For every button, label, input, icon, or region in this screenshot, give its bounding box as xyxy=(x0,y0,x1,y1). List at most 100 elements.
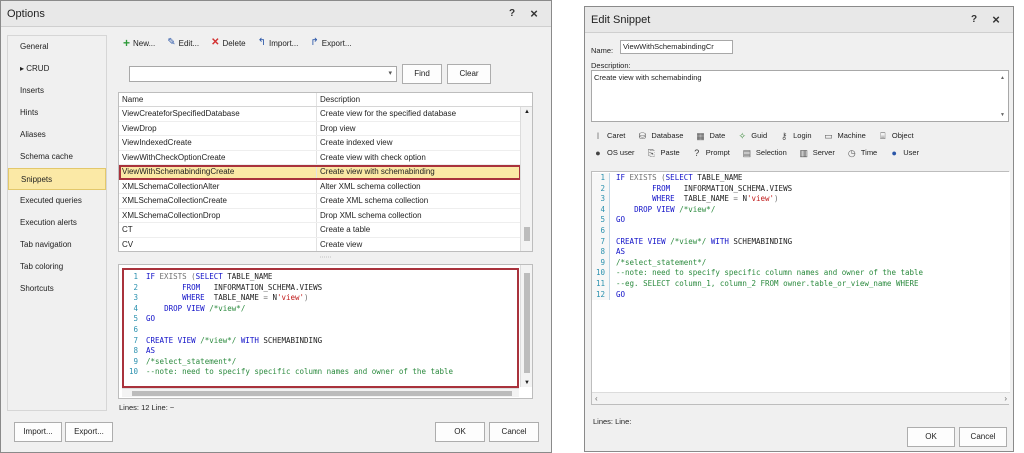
variable-label: Server xyxy=(812,148,835,157)
preview-hscrollbar[interactable] xyxy=(122,388,519,397)
variable-user-button[interactable]: ● User xyxy=(889,144,920,161)
preview-scroll-thumb[interactable] xyxy=(524,273,530,373)
edit-help-button[interactable]: ? xyxy=(963,14,985,25)
edit-cancel-button[interactable]: Cancel xyxy=(959,427,1007,447)
line-number: 11 xyxy=(592,278,610,290)
variable-machine-button[interactable]: ▭ Machine xyxy=(824,127,866,144)
scroll-right-icon[interactable]: › xyxy=(1004,394,1007,403)
variable-database-button[interactable]: ⛁ Database xyxy=(637,127,684,144)
scroll-up-icon[interactable]: ▲ xyxy=(1000,75,1005,81)
splitter[interactable]: ⋯⋯ xyxy=(118,254,533,262)
delete-button[interactable]: ✕ Delete xyxy=(211,38,246,48)
search-combo[interactable]: ▾ xyxy=(129,66,397,82)
variable-selection-button[interactable]: ▤ Selection xyxy=(742,144,787,161)
variable-login-button[interactable]: ⚷ Login xyxy=(779,127,812,144)
code-line: 2 FROM INFORMATION_SCHEMA.VIEWS xyxy=(124,283,517,294)
code-token: AS xyxy=(146,346,156,356)
table-row[interactable]: ViewWithCheckOptionCreate Create view wit… xyxy=(119,150,521,165)
help-button[interactable]: ? xyxy=(501,8,523,19)
code-token: /*view*/ xyxy=(209,303,246,313)
variable-label: Date xyxy=(709,131,726,140)
code-line: 1 IF EXISTS (SELECT TABLE_NAME xyxy=(592,173,1010,184)
footer-export-button[interactable]: Export... xyxy=(65,422,113,442)
table-row[interactable]: ViewIndexedCreate Create indexed view xyxy=(119,136,521,151)
edit-hscrollbar[interactable]: ‹ › xyxy=(592,392,1010,404)
variable-date-button[interactable]: ▦ Date xyxy=(695,127,725,144)
variable-paste-button[interactable]: ⎘ Paste xyxy=(647,144,680,161)
find-button[interactable]: Find xyxy=(402,64,442,84)
clear-button[interactable]: Clear xyxy=(447,64,491,84)
sidebar-item-shortcuts[interactable]: Shortcuts xyxy=(8,278,106,300)
code-token: WHERE xyxy=(652,194,684,204)
table-row[interactable]: XMLSchemaCollectionAlter Alter XML schema… xyxy=(119,179,521,194)
sidebar-item-schema-cache[interactable]: Schema cache xyxy=(8,146,106,168)
line-number: 9 xyxy=(592,257,610,269)
code-token: /*view*/ xyxy=(670,236,711,246)
column-header-description[interactable]: Description xyxy=(317,93,532,106)
sidebar-item-general[interactable]: General xyxy=(8,36,106,58)
variable-object-button[interactable]: ⌸ Object xyxy=(878,127,913,144)
snippets-toolbar: + New... ✎ Edit... ✕ Delete ↰ Import... ↱ Exp… xyxy=(123,37,352,49)
selection-icon: ▤ xyxy=(742,147,752,158)
variable-prompt-button[interactable]: ? Prompt xyxy=(692,144,730,161)
sidebar-item-tab-navigation[interactable]: Tab navigation xyxy=(8,234,106,256)
footer-import-button[interactable]: Import... xyxy=(14,422,62,442)
edit-ok-button[interactable]: OK xyxy=(907,427,955,447)
sidebar-item-aliases[interactable]: Aliases xyxy=(8,124,106,146)
edit-code[interactable]: 1 IF EXISTS (SELECT TABLE_NAME 2 FROM INFO… xyxy=(592,172,1010,392)
code-token: EXISTS xyxy=(159,272,192,281)
variable-server-button[interactable]: ▥ Server xyxy=(799,144,835,161)
sidebar-item-snippets[interactable]: Snippets xyxy=(8,168,106,190)
sidebar-item-inserts[interactable]: Inserts xyxy=(8,80,106,102)
chevron-down-icon[interactable]: ▾ xyxy=(388,69,392,77)
table-row[interactable]: CV Create view xyxy=(119,237,521,251)
code-token: IF xyxy=(146,272,160,281)
new-button[interactable]: + New... xyxy=(123,37,155,49)
scroll-down-icon[interactable]: ▼ xyxy=(1000,112,1005,118)
grid-scroll-thumb[interactable] xyxy=(524,227,530,241)
prompt-icon: ? xyxy=(694,147,700,158)
table-row[interactable]: ViewDrop Drop view xyxy=(119,121,521,136)
import-button[interactable]: ↰ Import... xyxy=(258,38,299,48)
sidebar-item-crud[interactable]: ▸ CRUD xyxy=(8,58,106,80)
table-row[interactable]: CT Create a table xyxy=(119,223,521,238)
ok-button[interactable]: OK xyxy=(435,422,485,442)
variable-time-button[interactable]: ◷ Time xyxy=(847,144,877,161)
sidebar-item-label: Shortcuts xyxy=(20,284,54,293)
name-field[interactable]: ViewWithSchemabindingCr xyxy=(620,40,733,54)
variable-caret-button[interactable]: I Caret xyxy=(593,127,626,144)
cancel-button[interactable]: Cancel xyxy=(489,422,539,442)
grid-scrollbar[interactable]: ▲ xyxy=(520,107,532,251)
sidebar-item-execution-alerts[interactable]: Execution alerts xyxy=(8,212,106,234)
scroll-up-icon[interactable]: ▲ xyxy=(524,109,530,115)
code-token: ) xyxy=(304,293,309,303)
sidebar-item-executed-queries[interactable]: Executed queries xyxy=(8,190,106,212)
code-token: CREATE VIEW xyxy=(616,236,671,246)
preview-scrollbar[interactable]: ▼ xyxy=(520,265,532,387)
variable-label: Database xyxy=(651,131,684,140)
table-row[interactable]: XMLSchemaCollectionCreate Create XML sche… xyxy=(119,194,521,209)
edit-close-button[interactable]: × xyxy=(985,12,1007,27)
table-row[interactable]: ViewWithSchemabindingCreate Create view w… xyxy=(119,165,521,180)
cell-name: CV xyxy=(119,237,317,251)
export-button[interactable]: ↱ Export... xyxy=(310,38,351,48)
sidebar-item-tab-coloring[interactable]: Tab coloring xyxy=(8,256,106,278)
sidebar-item-label: Execution alerts xyxy=(20,218,77,227)
column-header-name[interactable]: Name xyxy=(119,93,317,106)
sidebar-item-label: Schema cache xyxy=(20,152,73,161)
preview-hscroll-thumb[interactable] xyxy=(132,391,512,396)
delete-icon: ✕ xyxy=(211,37,220,48)
sidebar-item-hints[interactable]: Hints xyxy=(8,102,106,124)
description-field[interactable]: Create view with schemabinding ▲ ▼ xyxy=(591,70,1009,122)
scroll-down-icon[interactable]: ▼ xyxy=(524,380,530,386)
table-row[interactable]: ViewCreateforSpecifiedDatabase Create vie… xyxy=(119,107,521,122)
server-icon: ▥ xyxy=(799,147,808,158)
variable-os-user-button[interactable]: ● OS user xyxy=(593,144,634,161)
close-button[interactable]: × xyxy=(523,6,545,21)
edit-button[interactable]: ✎ Edit... xyxy=(167,38,199,48)
code-token: SELECT xyxy=(665,173,698,182)
scroll-left-icon[interactable]: ‹ xyxy=(595,394,598,403)
code-token: WHERE xyxy=(182,293,214,303)
table-row[interactable]: XMLSchemaCollectionDrop Drop XML schema c… xyxy=(119,208,521,223)
variable-guid-button[interactable]: ✧ Guid xyxy=(737,127,768,144)
